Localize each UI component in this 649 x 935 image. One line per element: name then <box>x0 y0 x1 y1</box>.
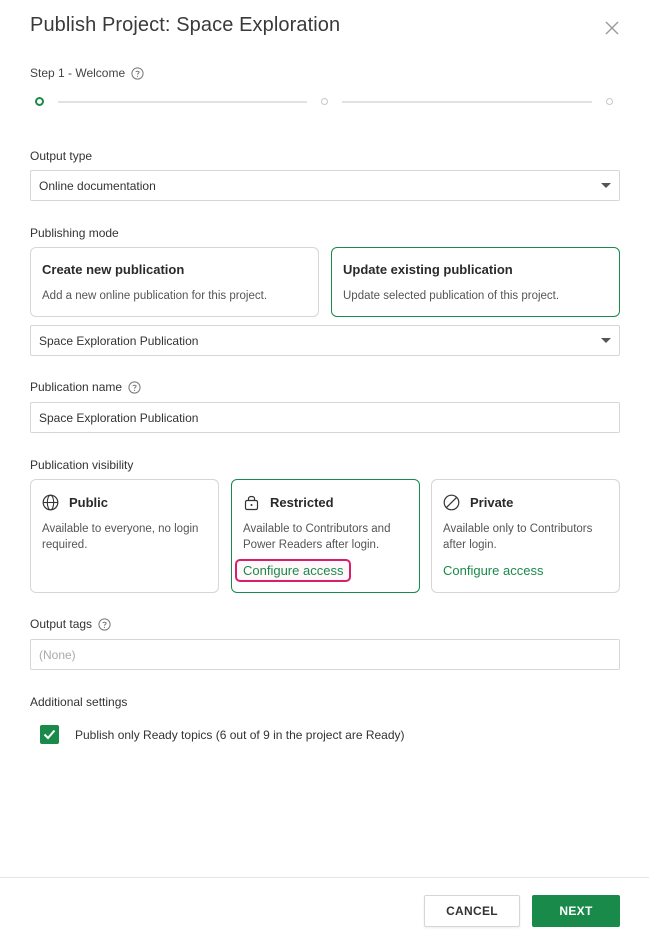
visibility-description: Available to everyone, no login required… <box>42 523 199 552</box>
output-type-label: Output type <box>30 149 93 163</box>
visibility-public-card[interactable]: Public Available to everyone, no login r… <box>30 479 219 593</box>
dialog-title: Publish Project: Space Exploration <box>30 14 341 36</box>
cancel-button[interactable]: CANCEL <box>424 895 520 927</box>
publication-name-label-text: Publication name <box>30 380 123 394</box>
publication-visibility-label: Publication visibility <box>30 458 134 472</box>
visibility-description: Available only to Contributors after log… <box>443 523 593 552</box>
output-tags-label-text: Output tags <box>30 617 93 631</box>
step-dot-3[interactable] <box>606 98 613 105</box>
visibility-title: Restricted <box>270 495 334 510</box>
card-description: Update selected publication of this proj… <box>343 290 560 302</box>
publication-name-input[interactable]: Space Exploration Publication <box>30 402 620 433</box>
configure-access-link[interactable]: Configure access <box>235 559 352 583</box>
step-line <box>342 101 592 103</box>
lock-icon <box>243 494 260 511</box>
output-tags-label: Output tags <box>30 617 111 631</box>
output-tags-placeholder: (None) <box>39 647 76 662</box>
next-button[interactable]: NEXT <box>532 895 620 927</box>
visibility-title: Public <box>69 495 109 510</box>
configure-access-link[interactable]: Configure access <box>443 563 543 578</box>
publish-dialog: Publish Project: Space Exploration Step … <box>0 0 649 935</box>
help-icon[interactable] <box>128 380 141 394</box>
step-dot-1[interactable] <box>35 97 44 106</box>
publication-name-label: Publication name <box>30 380 141 394</box>
step-dot-2[interactable] <box>321 98 328 105</box>
step-label-text: Step 1 - Welcome <box>30 66 126 80</box>
visibility-description: Available to Contributors and Power Read… <box>243 523 391 552</box>
publication-select[interactable]: Space Exploration Publication <box>30 325 620 356</box>
update-existing-publication-card[interactable]: Update existing publication Update selec… <box>331 247 620 317</box>
step-label: Step 1 - Welcome <box>30 66 144 80</box>
check-icon <box>43 729 56 740</box>
help-icon[interactable] <box>131 66 144 80</box>
additional-settings-label: Additional settings <box>30 695 128 709</box>
card-description: Add a new online publication for this pr… <box>42 290 268 302</box>
visibility-restricted-card[interactable]: Restricted Available to Contributors and… <box>231 479 420 593</box>
publication-select-value: Space Exploration Publication <box>39 333 199 348</box>
visibility-private-card[interactable]: Private Available only to Contributors a… <box>431 479 620 593</box>
output-tags-input[interactable]: (None) <box>30 639 620 670</box>
step-line <box>58 101 307 103</box>
card-title: Create new publication <box>42 262 185 277</box>
ready-topics-option: Publish only Ready topics (6 out of 9 in… <box>40 725 405 744</box>
chevron-down-icon <box>601 183 611 188</box>
publishing-mode-label: Publishing mode <box>30 226 119 240</box>
blocked-icon <box>443 494 460 511</box>
ready-topics-checkbox[interactable] <box>40 725 59 744</box>
publication-name-value: Space Exploration Publication <box>39 410 199 425</box>
chevron-down-icon <box>601 338 611 343</box>
output-type-value: Online documentation <box>39 178 156 193</box>
footer-divider <box>0 877 649 878</box>
card-title: Update existing publication <box>343 262 513 277</box>
create-new-publication-card[interactable]: Create new publication Add a new online … <box>30 247 319 317</box>
output-type-select[interactable]: Online documentation <box>30 170 620 201</box>
close-icon[interactable] <box>602 18 622 38</box>
progress-stepper <box>30 95 620 109</box>
help-icon[interactable] <box>98 617 111 631</box>
visibility-title: Private <box>470 495 514 510</box>
ready-topics-label: Publish only Ready topics (6 out of 9 in… <box>75 727 405 742</box>
globe-icon <box>42 494 59 511</box>
